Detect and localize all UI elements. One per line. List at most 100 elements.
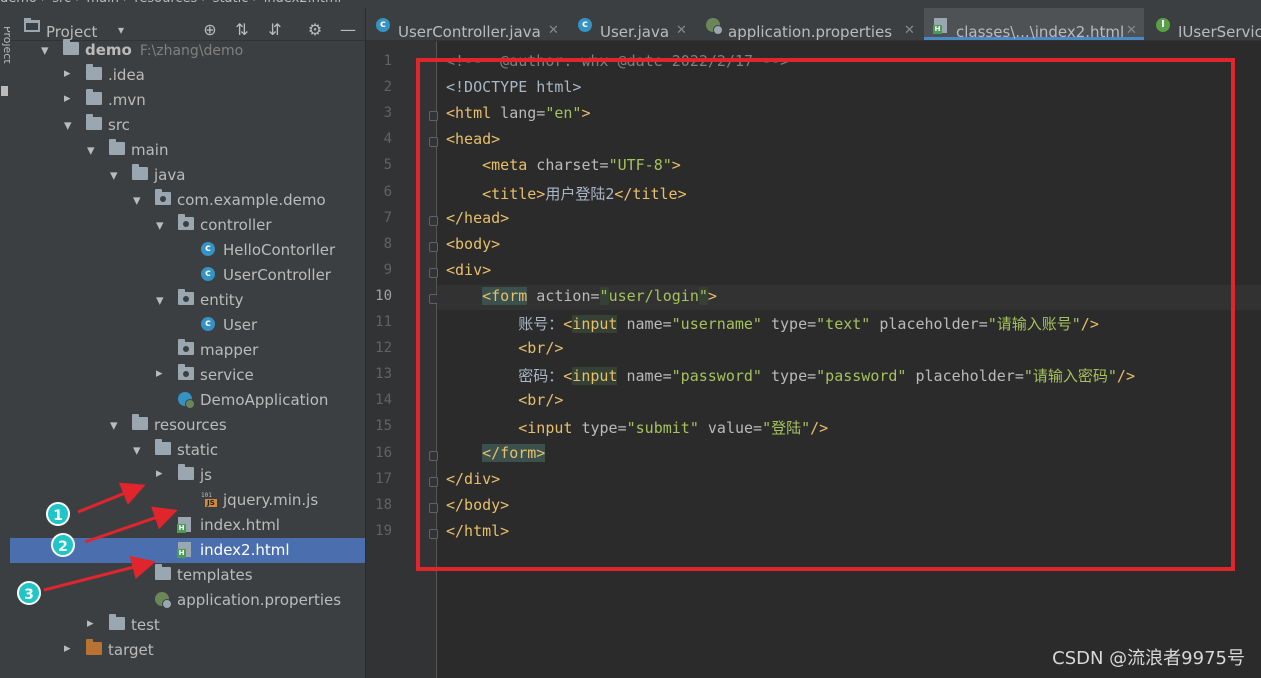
close-icon[interactable]: ✕: [548, 23, 559, 38]
structure-tool-icon[interactable]: [1, 86, 8, 96]
html-file-icon: [177, 517, 191, 533]
tab-user-java[interactable]: c User.java ✕: [568, 8, 694, 40]
tree-item-user[interactable]: c User: [10, 313, 365, 338]
tab-label: User.java: [600, 23, 670, 41]
tab-application-properties[interactable]: application.properties ✕: [696, 8, 922, 40]
breadcrumb-item[interactable]: demo ›: [0, 0, 46, 6]
tree-item-label: demo F:\zhang\demo: [85, 41, 243, 59]
tree-item-icon-wrap: [177, 542, 195, 558]
expand-all-icon[interactable]: ⇅: [233, 21, 251, 39]
tree-item-entity[interactable]: ▾ entity: [10, 288, 365, 313]
tab-usercontroller-java[interactable]: c UserController.java ✕: [366, 8, 566, 40]
tab-icon-wrap: [706, 18, 723, 35]
folder-icon: [178, 464, 194, 480]
tree-item--mvn[interactable]: ▸ .mvn: [10, 88, 365, 113]
chevron-right-icon[interactable]: ▸: [156, 466, 168, 482]
chevron-down-icon[interactable]: ▾: [41, 41, 53, 59]
class-icon: c: [201, 267, 215, 281]
breadcrumb-item[interactable]: static ›: [213, 0, 258, 6]
tree-item-icon-wrap: [155, 189, 172, 207]
chevron-down-icon[interactable]: ▾: [156, 216, 168, 234]
collapse-all-icon[interactable]: ⇵: [266, 21, 284, 39]
package-icon: [178, 339, 194, 355]
tree-item-icon-wrap: [109, 614, 126, 632]
gear-icon[interactable]: ⚙: [306, 21, 324, 39]
chevron-down-icon[interactable]: ▾: [133, 441, 145, 459]
tree-item-label: main: [131, 141, 168, 159]
tree-item-src[interactable]: ▾ src: [10, 113, 365, 138]
tree-item-service[interactable]: ▸ service: [10, 363, 365, 388]
tree-item-test[interactable]: ▸ test: [10, 613, 365, 638]
tree-item-resources[interactable]: ▾ resources: [10, 413, 365, 438]
chevron-right-icon[interactable]: ▸: [64, 91, 76, 107]
tree-item-demoapplication[interactable]: DemoApplication: [10, 388, 365, 413]
tree-item-templates[interactable]: templates: [10, 563, 365, 588]
line-number: 9: [383, 261, 392, 278]
breadcrumb-item[interactable]: main ›: [87, 0, 129, 6]
line-number: 13: [375, 366, 392, 383]
tree-item-icon-wrap: [109, 139, 126, 157]
tree-item-mapper[interactable]: mapper: [10, 338, 365, 363]
close-icon[interactable]: ✕: [1126, 23, 1137, 38]
folder-icon: [86, 64, 102, 80]
breadcrumb-item[interactable]: index2.html: [264, 0, 342, 6]
tree-item--idea[interactable]: ▸ .idea: [10, 63, 365, 88]
line-number: 5: [383, 157, 392, 174]
breadcrumb-item[interactable]: src ›: [52, 0, 80, 6]
tab-icon-wrap: I: [1156, 18, 1170, 32]
tree-item-usercontroller[interactable]: c UserController: [10, 263, 365, 288]
annotation-badge-3: 3: [17, 581, 41, 605]
package-icon: [155, 189, 171, 205]
tree-item-controller[interactable]: ▾ controller: [10, 213, 365, 238]
tree-item-main[interactable]: ▾ main: [10, 138, 365, 163]
tab-icon-wrap: c: [376, 18, 390, 32]
line-number: 10: [375, 287, 392, 304]
chevron-down-icon[interactable]: ▾: [110, 416, 122, 434]
hide-panel-icon[interactable]: —: [339, 21, 357, 39]
tree-item-text: test: [131, 616, 160, 634]
chevron-down-icon[interactable]: ▾: [156, 291, 168, 309]
tree-item-icon-wrap: c: [201, 242, 218, 257]
chevron-right-icon[interactable]: ▸: [64, 66, 76, 82]
module-folder-icon: [63, 39, 79, 55]
tree-item-static[interactable]: ▾ static: [10, 438, 365, 463]
chevron-down-icon[interactable]: ▾: [87, 141, 99, 159]
package-icon: [178, 214, 194, 230]
watermark: CSDN @流浪者9975号: [1052, 648, 1245, 669]
chevron-right-icon[interactable]: ▸: [64, 641, 76, 657]
tree-item-application-properties[interactable]: application.properties: [10, 588, 365, 613]
line-number: 16: [375, 444, 392, 461]
close-icon[interactable]: ✕: [676, 23, 687, 38]
tree-item-text: controller: [200, 216, 272, 234]
tree-item-text: jquery.min.js: [223, 491, 319, 509]
tree-item-js[interactable]: ▸ js: [10, 463, 365, 488]
breadcrumb-item[interactable]: resources ›: [134, 0, 206, 6]
tree-item-path: F:\zhang\demo: [139, 43, 244, 59]
tree-item-label: .mvn: [108, 91, 146, 109]
line-number: 8: [383, 235, 392, 252]
tree-item-text: templates: [177, 566, 253, 584]
chevron-down-icon[interactable]: ▾: [118, 23, 124, 37]
tree-item-text: DemoApplication: [200, 391, 329, 409]
chevron-down-icon[interactable]: ▾: [133, 191, 145, 209]
tree-item-icon-wrap: [63, 39, 80, 57]
tree-item-com-example-demo[interactable]: ▾ com.example.demo: [10, 188, 365, 213]
tree-item-java[interactable]: ▾ java: [10, 163, 365, 188]
tree-item-text: application.properties: [177, 591, 342, 609]
locate-icon[interactable]: ⊕: [201, 21, 219, 39]
chevron-right-icon[interactable]: ▸: [87, 616, 99, 632]
tab-classes-index2-html[interactable]: classes\...\index2.html✕: [924, 8, 1144, 40]
tree-item-label: templates: [177, 566, 253, 584]
tree-item-icon-wrap: c: [201, 317, 218, 332]
chevron-down-icon[interactable]: ▾: [110, 166, 122, 184]
tree-item-text: index2.html: [200, 541, 290, 559]
tab-iuserservic[interactable]: I IUserServic: [1146, 8, 1261, 40]
chevron-down-icon[interactable]: ▾: [64, 116, 76, 134]
tree-item-target[interactable]: ▸ target: [10, 638, 365, 663]
chevron-right-icon[interactable]: ▸: [156, 366, 168, 382]
tree-item-text: js: [200, 466, 212, 484]
tree-item-icon-wrap: [178, 464, 195, 482]
tree-item-demo[interactable]: ▾ demo F:\zhang\demo: [10, 38, 365, 63]
close-icon[interactable]: ✕: [904, 23, 915, 38]
tree-item-hellocontorller[interactable]: c HelloContorller: [10, 238, 365, 263]
